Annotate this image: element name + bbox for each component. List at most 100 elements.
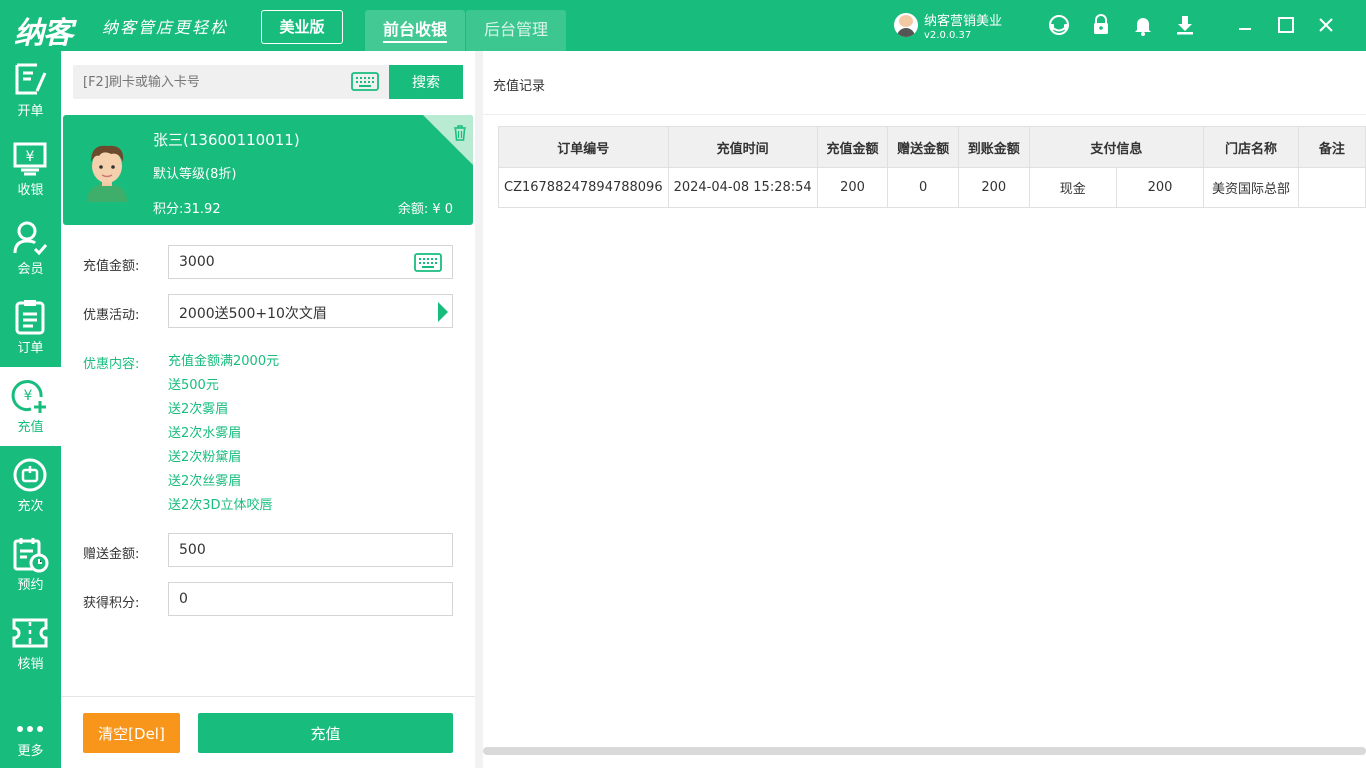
promo-label: 优惠活动: <box>83 308 140 323</box>
amount-input[interactable] <box>169 246 409 278</box>
amount-label: 充值金额: <box>83 259 140 274</box>
table-header-row: 订单编号 充值时间 充值金额 赠送金额 到账金额 支付信息 门店名称 备注 <box>498 126 1366 168</box>
app-version: v2.0.0.37 <box>924 30 972 41</box>
store-name-cell: 美资国际总部 <box>1203 167 1299 208</box>
edition-button[interactable]: 美业版 <box>261 10 343 44</box>
member-card[interactable]: 张三(13600110011) 默认等级(8折) 积分:31.92 余额: ¥ … <box>63 115 473 225</box>
promo-content-item: 送2次水雾眉 <box>168 426 242 441</box>
records-panel: 充值记录 订单编号 充值时间 充值金额 赠送金额 到账金额 支付信息 门店名称 … <box>483 51 1366 768</box>
cashier-icon: ¥ <box>13 142 47 176</box>
table-row[interactable]: CZ16788247894788096 2024-04-08 15:28:54 … <box>498 167 1366 208</box>
sidebar-item-verify[interactable]: 核销 <box>0 604 61 683</box>
promo-select[interactable]: 2000送500+10次文眉 <box>168 294 453 328</box>
member-icon <box>13 221 48 256</box>
recharge-time-cell: 2024-04-08 15:28:54 <box>667 167 818 208</box>
sidebar-item-label: 开单 <box>17 104 44 119</box>
column-header: 到账金额 <box>957 126 1030 168</box>
count-icon <box>13 458 47 492</box>
minimize-icon[interactable] <box>1234 14 1256 36</box>
column-header: 支付信息 <box>1028 126 1205 168</box>
app-logo: 纳客 <box>14 16 73 51</box>
sidebar-item-count-card[interactable]: 充次 <box>0 446 61 525</box>
caret-right-icon <box>438 302 448 322</box>
column-header: 备注 <box>1297 126 1366 168</box>
clear-button[interactable]: 清空[Del] <box>83 713 180 753</box>
pay-method-cell: 现金 <box>1028 167 1117 208</box>
horizontal-scrollbar[interactable] <box>483 747 1366 755</box>
sidebar-item-orders[interactable]: 订单 <box>0 288 61 367</box>
column-header: 充值时间 <box>667 126 818 168</box>
promo-content-item: 送2次雾眉 <box>168 402 229 417</box>
records-title: 充值记录 <box>493 79 546 94</box>
sidebar-item-label: 充次 <box>17 499 44 514</box>
close-icon[interactable] <box>1315 14 1337 36</box>
points-input[interactable] <box>169 583 409 615</box>
order-number-cell: CZ16788247894788096 <box>498 167 669 208</box>
card-search-box <box>73 65 389 99</box>
gift-amount-cell: 0 <box>887 167 959 208</box>
recharge-amount-cell: 200 <box>816 167 889 208</box>
trash-icon[interactable] <box>453 125 467 141</box>
top-bar: 纳客 纳客管店更轻松 美业版 前台收银 后台管理 纳客营销美业 v2.0.0.3… <box>0 0 1366 51</box>
edit-icon <box>15 63 47 95</box>
search-button[interactable]: 搜索 <box>389 65 463 99</box>
points-label: 获得积分: <box>83 596 140 611</box>
promo-content-list: 充值金额满2000元 送500元 送2次雾眉 送2次水雾眉 送2次粉黛眉 送2次… <box>168 353 279 521</box>
sidebar-item-cashier[interactable]: ¥ 收银 <box>0 130 61 209</box>
download-icon[interactable] <box>1174 14 1196 36</box>
promo-content-item: 送2次丝雾眉 <box>168 474 242 489</box>
sidebar-item-member[interactable]: 会员 <box>0 209 61 288</box>
points-field <box>168 582 453 616</box>
headset-icon[interactable] <box>1048 14 1070 36</box>
card-search-input[interactable] <box>73 65 343 99</box>
keyboard-icon[interactable] <box>351 72 379 91</box>
recharge-form-panel: 搜索 张三(13600110011) 默认等级(8折) 积分:31.92 余额:… <box>61 51 475 768</box>
promo-content-item: 送500元 <box>168 378 219 393</box>
clipboard-icon <box>15 300 45 335</box>
user-name[interactable]: 纳客营销美业 <box>924 10 1002 29</box>
more-icon <box>17 726 43 732</box>
member-level: 默认等级(8折) <box>153 167 237 182</box>
sidebar-item-label: 更多 <box>17 744 44 759</box>
received-amount-cell: 200 <box>957 167 1030 208</box>
recharge-button[interactable]: 充值 <box>198 713 453 753</box>
avatar[interactable] <box>894 13 918 37</box>
sidebar-item-open-order[interactable]: 开单 <box>0 51 61 130</box>
promo-content-item: 送2次3D立体咬唇 <box>168 498 273 513</box>
sidebar-item-label: 收银 <box>17 183 44 198</box>
lock-icon[interactable] <box>1090 14 1112 36</box>
sidebar-item-appointment[interactable]: 预约 <box>0 525 61 604</box>
column-header: 门店名称 <box>1203 126 1299 168</box>
tab-backend[interactable]: 后台管理 <box>466 10 566 51</box>
gift-amount-field <box>168 533 453 567</box>
sidebar-item-more[interactable]: 更多 <box>0 691 61 770</box>
sidebar-item-label: 订单 <box>17 341 44 356</box>
member-avatar <box>87 145 127 202</box>
recharge-icon: ¥ <box>11 380 46 413</box>
sidebar: 开单 ¥ 收银 会员 订单 ¥ 充值 充次 预约 核销 更多 <box>0 51 61 768</box>
tab-front-desk[interactable]: 前台收银 <box>365 10 465 51</box>
column-header: 订单编号 <box>498 126 669 168</box>
calendar-icon <box>13 538 49 573</box>
sidebar-item-recharge[interactable]: ¥ 充值 <box>0 367 61 446</box>
svg-text:¥: ¥ <box>26 149 35 165</box>
divider <box>483 114 1366 115</box>
promo-selected-value: 2000送500+10次文眉 <box>179 306 327 322</box>
bell-icon[interactable] <box>1132 14 1154 36</box>
member-name: 张三(13600110011) <box>153 131 300 149</box>
remark-cell <box>1297 167 1366 208</box>
member-balance: 余额: ¥ 0 <box>397 202 453 217</box>
maximize-icon[interactable] <box>1275 14 1297 36</box>
sidebar-item-label: 核销 <box>17 657 44 672</box>
promo-content-item: 充值金额满2000元 <box>168 354 280 369</box>
sidebar-item-label: 充值 <box>17 420 44 435</box>
promo-content-label: 优惠内容: <box>83 357 140 372</box>
svg-text:¥: ¥ <box>24 388 33 404</box>
gift-amount-label: 赠送金额: <box>83 547 140 562</box>
pay-amount-cell: 200 <box>1115 167 1205 208</box>
app-slogan: 纳客管店更轻松 <box>102 18 229 37</box>
panel-divider <box>475 51 483 768</box>
keyboard-icon[interactable] <box>414 253 442 272</box>
column-header: 充值金额 <box>816 126 889 168</box>
gift-amount-input[interactable] <box>169 534 409 566</box>
